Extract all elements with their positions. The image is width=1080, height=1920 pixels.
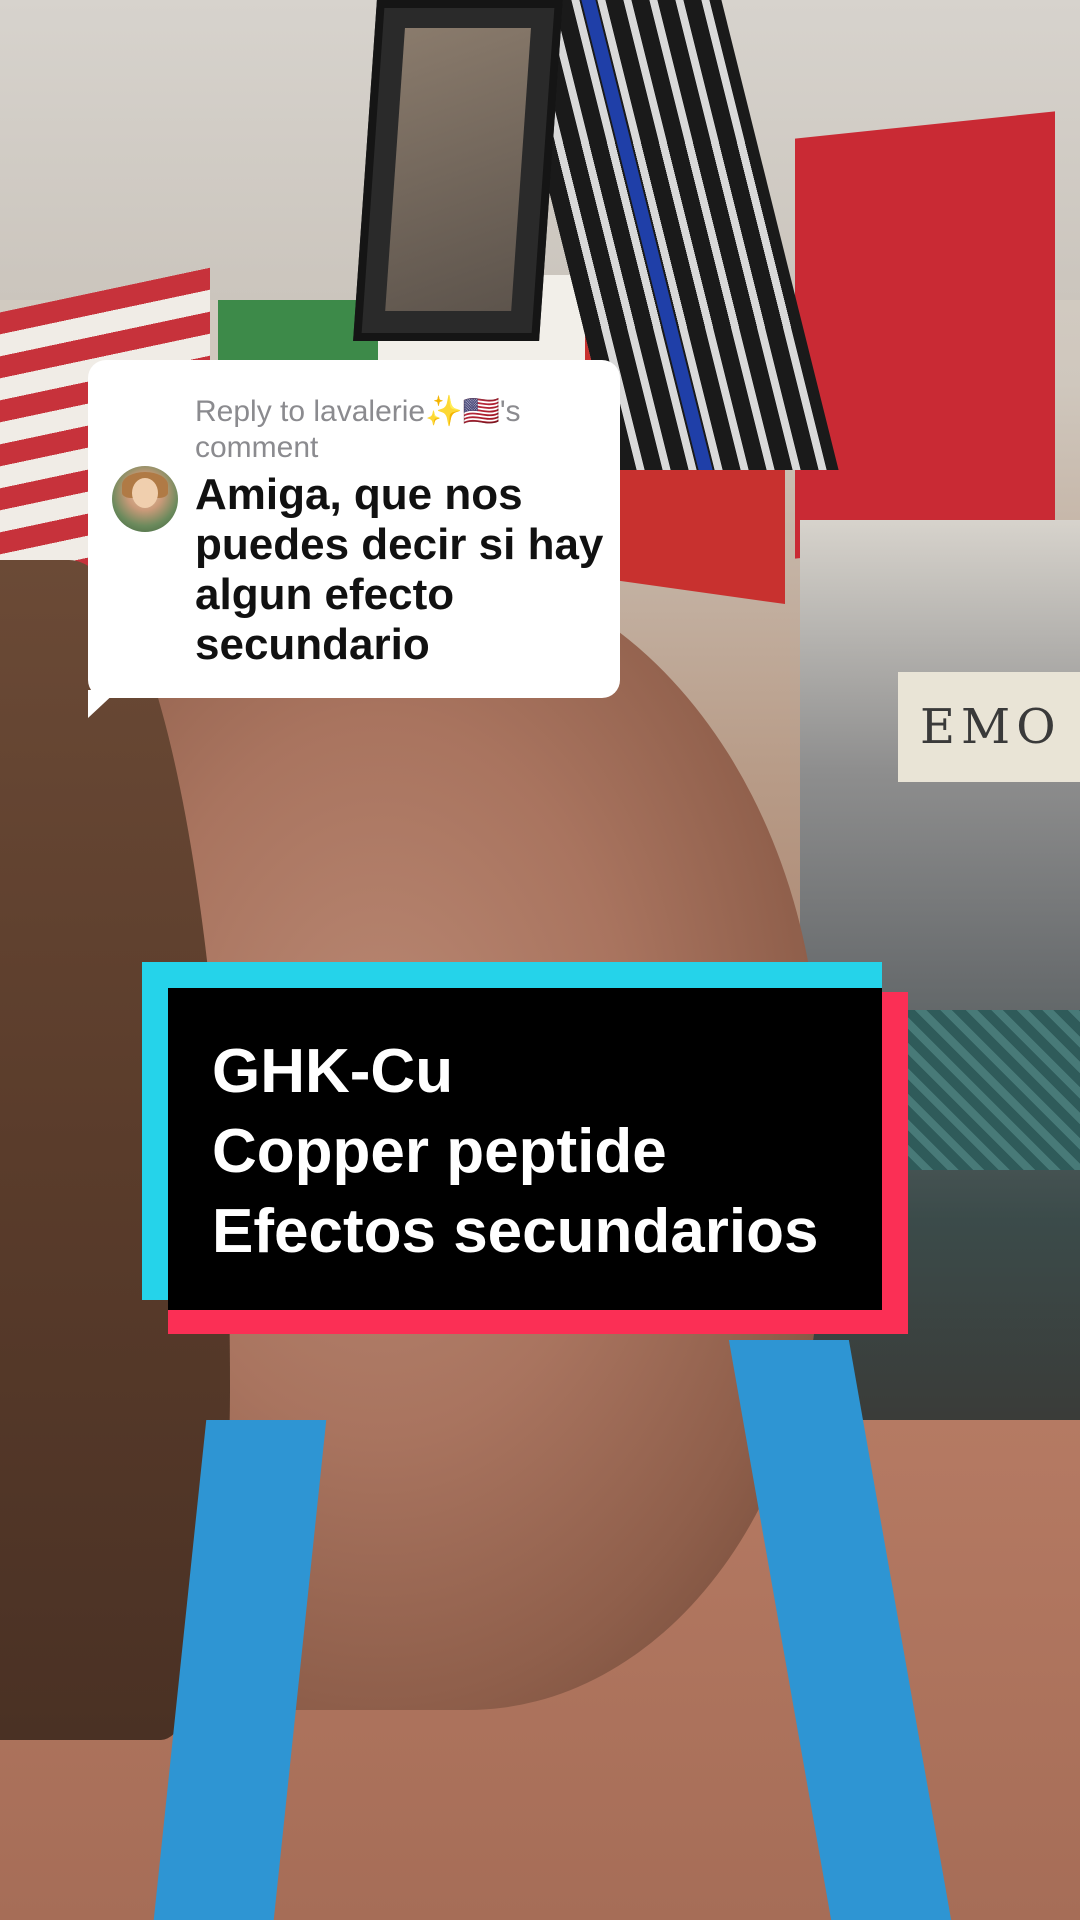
video-frame: EMO (0, 0, 1080, 1920)
reply-comment-card[interactable]: Reply to lavalerie✨🇺🇸's comment Amiga, q… (88, 360, 620, 698)
title-line-2: Copper peptide (212, 1117, 667, 1186)
wall-picture-frame (353, 0, 563, 341)
title-overlay: GHK-Cu Copper peptide Efectos secundario… (168, 988, 882, 1310)
red-flag-right (795, 111, 1055, 559)
title-line-1: GHK-Cu (212, 1037, 454, 1106)
avatar[interactable] (112, 466, 178, 532)
storage-crate (908, 1010, 1080, 1170)
avatar-face (132, 478, 158, 508)
reply-comment-header: Reply to lavalerie✨🇺🇸's comment (195, 395, 521, 464)
title-line-3: Efectos secundarios (212, 1197, 819, 1266)
reply-card-tail (88, 690, 118, 718)
home-sign: EMO (898, 672, 1080, 782)
reply-comment-text: Amiga, que nos puedes decir si hay algun… (195, 470, 604, 669)
